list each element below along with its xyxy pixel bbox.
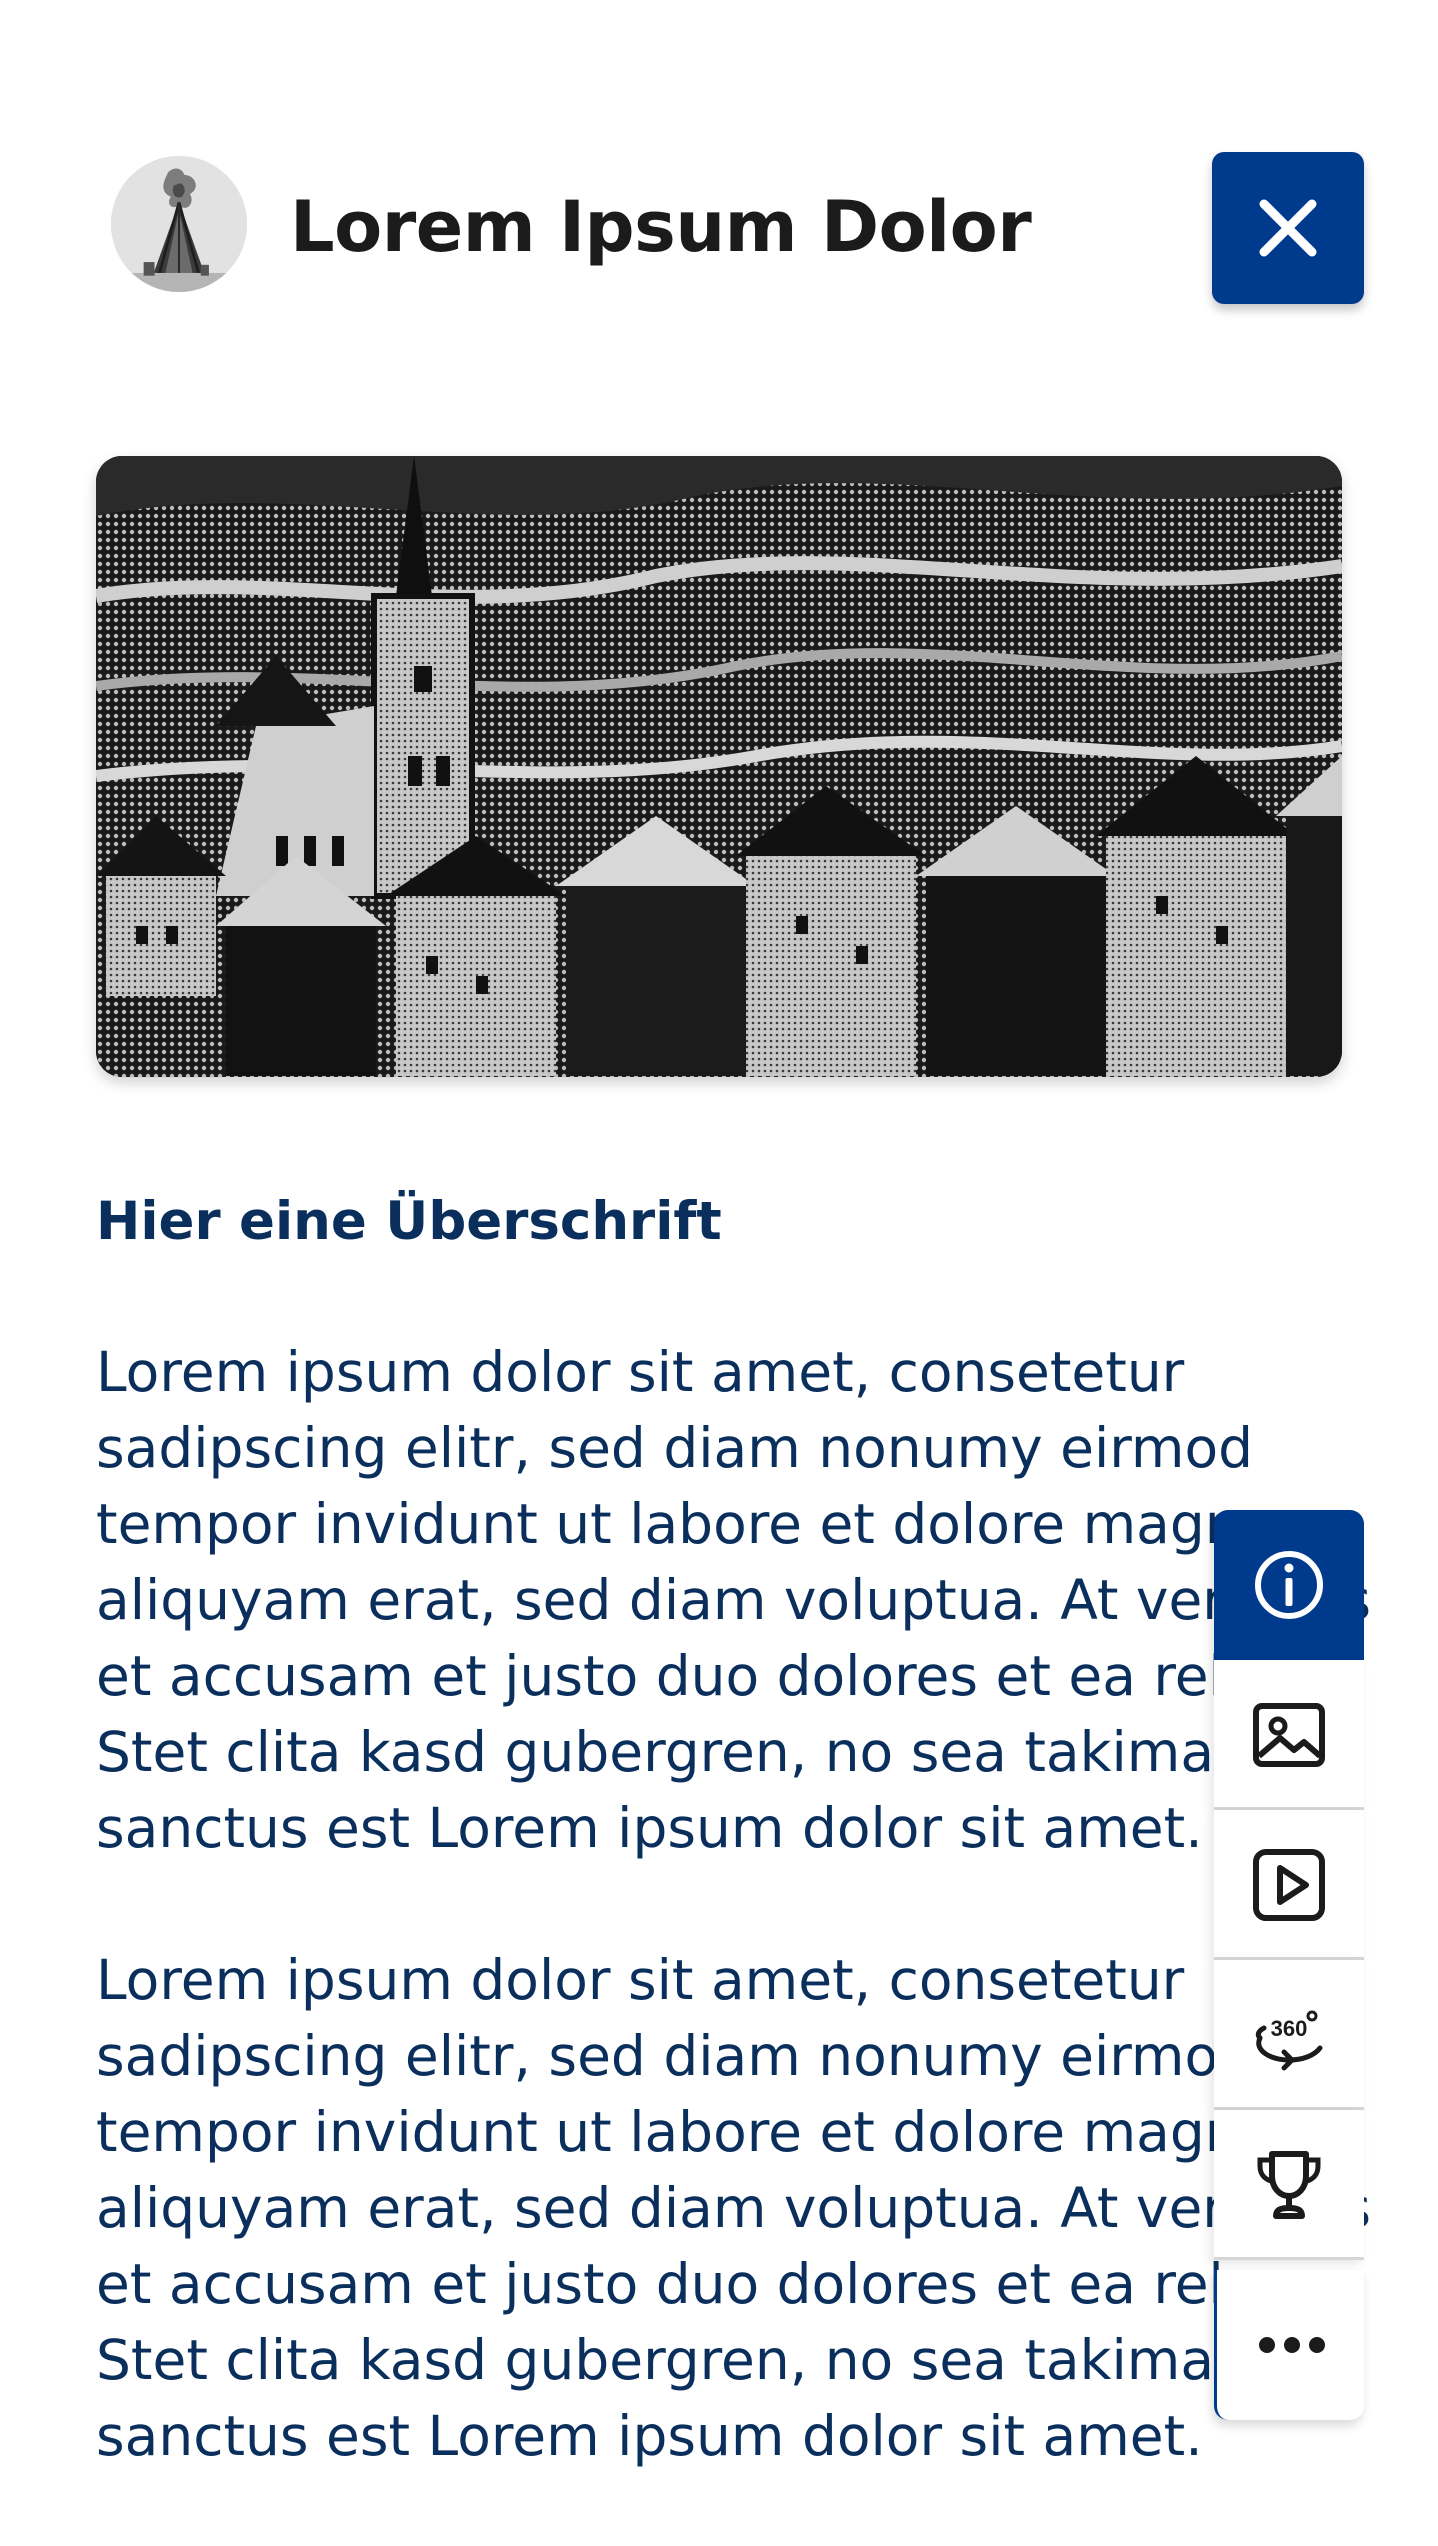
- view-360-icon: 360: [1255, 2010, 1323, 2071]
- text-line: Lorem ipsum dolor sit amet, consetetur: [96, 1948, 1185, 2012]
- trophy-icon: [1257, 2151, 1321, 2219]
- text-line: sanctus est Lorem ipsum dolor sit amet.: [96, 1796, 1203, 1860]
- text-line: Stet clita kasd gubergren, no sea takima…: [96, 2328, 1270, 2392]
- text-line: sadipscing elitr, sed diam nonumy eirmod: [96, 2024, 1254, 2088]
- side-toolbar: 360: [1214, 1510, 1364, 2420]
- section-heading: Hier eine Überschrift: [96, 1191, 722, 1252]
- svg-text:360: 360: [1271, 2016, 1308, 2041]
- toolbar-images-button[interactable]: [1214, 1660, 1364, 1810]
- more-dots-icon: [1259, 2337, 1325, 2353]
- paragraph-2: Lorem ipsum dolor sit amet, consetetur s…: [96, 1942, 1371, 2474]
- toolbar-video-button[interactable]: [1214, 1810, 1364, 1960]
- text-line: sadipscing elitr, sed diam nonumy eirmod: [96, 1416, 1254, 1480]
- bonfire-avatar-icon: [111, 156, 247, 292]
- text-line: tempor invidunt ut labore et dolore magn…: [96, 2100, 1274, 2164]
- text-line: et accusam et justo duo dolores et ea re…: [96, 2252, 1350, 2316]
- toolbar-achievements-button[interactable]: [1214, 2110, 1364, 2260]
- text-line: Stet clita kasd gubergren, no sea takima…: [96, 1720, 1270, 1784]
- text-line: tempor invidunt ut labore et dolore magn…: [96, 1492, 1274, 1556]
- paragraph-1: Lorem ipsum dolor sit amet, consetetur s…: [96, 1334, 1371, 1866]
- text-line: Lorem ipsum dolor sit amet, consetetur: [96, 1340, 1185, 1404]
- modal-header: Lorem Ipsum Dolor: [0, 0, 1438, 360]
- article-content: Hier eine Überschrift Lorem ipsum dolor …: [96, 1180, 1371, 2474]
- image-icon: [1253, 1703, 1325, 1767]
- text-line: aliquyam erat, sed diam voluptua. At ver…: [96, 2176, 1371, 2240]
- close-icon: [1259, 199, 1317, 257]
- toolbar-more-button[interactable]: [1214, 2270, 1364, 2420]
- close-button[interactable]: [1212, 152, 1364, 304]
- toolbar-info-button[interactable]: [1214, 1510, 1364, 1660]
- text-line: aliquyam erat, sed diam voluptua. At ver…: [96, 1568, 1371, 1632]
- page-title: Lorem Ipsum Dolor: [290, 186, 1032, 268]
- info-icon: [1255, 1551, 1323, 1619]
- text-line: sanctus est Lorem ipsum dolor sit amet.: [96, 2404, 1203, 2468]
- village-engraving-image: [96, 456, 1342, 1077]
- toolbar-360-button[interactable]: 360: [1214, 1960, 1364, 2110]
- text-line: et accusam et justo duo dolores et ea re…: [96, 1644, 1350, 1708]
- play-video-icon: [1253, 1849, 1325, 1921]
